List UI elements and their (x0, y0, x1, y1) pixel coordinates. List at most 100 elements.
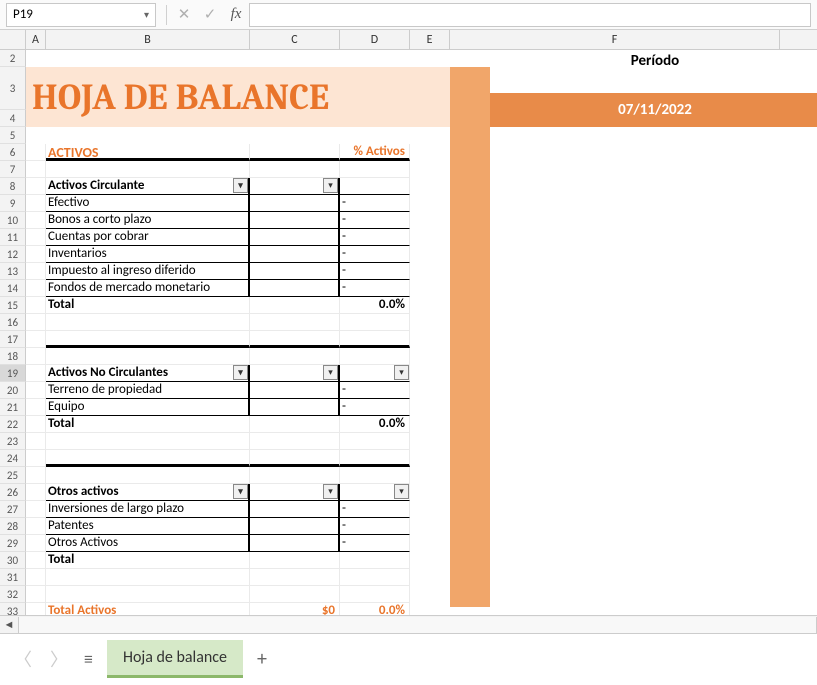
activos-header: ACTIVOS (46, 144, 250, 161)
row-header[interactable]: 2 (0, 50, 26, 67)
col-header-f[interactable]: F (450, 30, 780, 49)
row-header[interactable]: 21 (0, 399, 26, 416)
filter-dropdown-icon[interactable]: ▾ (233, 365, 248, 380)
row-header[interactable]: 29 (0, 535, 26, 552)
row-header[interactable]: 5 (0, 127, 26, 144)
select-all-corner[interactable] (0, 30, 26, 49)
filter-dropdown-icon[interactable]: ▾ (394, 484, 409, 499)
filter-dropdown-icon[interactable]: ▾ (323, 484, 338, 499)
cell-value[interactable]: - (340, 399, 410, 416)
col-header-c[interactable]: C (250, 30, 340, 49)
list-item[interactable]: Inversiones de largo plazo (46, 501, 250, 518)
total-pct: 0.0% (340, 297, 410, 314)
cell-value[interactable]: - (340, 280, 410, 297)
row-header[interactable]: 33 (0, 603, 26, 615)
separator (166, 5, 167, 25)
cell-value[interactable]: - (340, 535, 410, 552)
list-item[interactable]: Fondos de mercado monetario (46, 280, 250, 297)
row-header[interactable]: 19 (0, 365, 26, 382)
row-header[interactable]: 4 (0, 110, 26, 127)
sheet-tab[interactable]: Hoja de balance (107, 640, 243, 678)
tab-next-icon[interactable]: 〉 (48, 646, 70, 672)
add-sheet-icon[interactable]: + (257, 647, 267, 671)
periodo-label: Período (490, 53, 817, 70)
list-item[interactable]: Bonos a corto plazo (46, 212, 250, 229)
row-header[interactable]: 10 (0, 212, 26, 229)
row-header[interactable]: 18 (0, 348, 26, 365)
row-header[interactable]: 30 (0, 552, 26, 569)
activos-circulante-label: Activos Circulante (48, 178, 144, 193)
cell-value[interactable]: - (340, 229, 410, 246)
row-header[interactable]: 14 (0, 280, 26, 297)
row-header[interactable]: 8 (0, 178, 26, 195)
horizontal-scrollbar[interactable]: ◄ (0, 615, 817, 633)
row-header[interactable]: 16 (0, 314, 26, 331)
list-item[interactable]: Efectivo (46, 195, 250, 212)
row-header[interactable]: 13 (0, 263, 26, 280)
row-header[interactable]: 25 (0, 467, 26, 484)
list-item[interactable]: Inventarios (46, 246, 250, 263)
cell-value[interactable]: - (340, 195, 410, 212)
row-header[interactable]: 32 (0, 586, 26, 603)
row-header[interactable]: 7 (0, 161, 26, 178)
total-activos-pct: 0.0% (340, 603, 410, 615)
row-header[interactable]: 27 (0, 501, 26, 518)
cell-value[interactable]: - (340, 382, 410, 399)
row-header[interactable]: 17 (0, 331, 26, 348)
cell-value[interactable]: - (340, 263, 410, 280)
row-header[interactable]: 12 (0, 246, 26, 263)
row-header[interactable]: 22 (0, 416, 26, 433)
cell-value[interactable]: - (340, 212, 410, 229)
sheet-body[interactable]: HOJA DE BALANCE Período 07/11/2022 ACTIV… (26, 50, 817, 615)
cancel-formula-icon[interactable]: ✕ (171, 3, 197, 27)
cell-reference: P19 (13, 7, 33, 22)
total-label: Total (46, 552, 250, 569)
otros-activos-header: Otros activos ▾ (46, 484, 250, 501)
col-header-b[interactable]: B (46, 30, 250, 49)
total-activos-amount: $0 (250, 603, 340, 615)
row-header[interactable]: 9 (0, 195, 26, 212)
tab-prev-icon[interactable]: 〈 (12, 646, 34, 672)
row-header[interactable]: 28 (0, 518, 26, 535)
fx-icon[interactable]: fx (223, 3, 249, 27)
row-header[interactable]: 6 (0, 144, 26, 161)
row-header[interactable]: 15 (0, 297, 26, 314)
accept-formula-icon[interactable]: ✓ (197, 3, 223, 27)
side-accent (450, 67, 490, 607)
formula-input[interactable] (249, 3, 811, 27)
total-activos-label: Total Activos (46, 603, 250, 615)
formula-bar: P19 ▾ ✕ ✓ fx (0, 0, 817, 30)
row-header[interactable]: 11 (0, 229, 26, 246)
col-header-a[interactable]: A (26, 30, 46, 49)
col-header-e[interactable]: E (410, 30, 450, 49)
row-header[interactable]: 26 (0, 484, 26, 501)
list-item[interactable]: Cuentas por cobrar (46, 229, 250, 246)
name-box-dropdown-icon[interactable]: ▾ (144, 8, 149, 21)
periodo-date: 07/11/2022 (490, 93, 817, 127)
total-label: Total (46, 416, 250, 433)
otros-activos-label: Otros activos (48, 484, 119, 499)
list-item[interactable]: Terreno de propiedad (46, 382, 250, 399)
scroll-left-icon[interactable]: ◄ (0, 617, 18, 633)
list-item[interactable]: Equipo (46, 399, 250, 416)
filter-dropdown-icon[interactable]: ▾ (233, 484, 248, 499)
scrollbar-track[interactable] (18, 617, 817, 633)
filter-dropdown-icon[interactable]: ▾ (233, 178, 248, 193)
col-header-d[interactable]: D (340, 30, 410, 49)
row-header[interactable]: 24 (0, 450, 26, 467)
filter-dropdown-icon[interactable]: ▾ (323, 365, 338, 380)
row-header[interactable]: 31 (0, 569, 26, 586)
filter-dropdown-icon[interactable]: ▾ (394, 365, 409, 380)
name-box[interactable]: P19 ▾ (6, 3, 156, 27)
list-item[interactable]: Patentes (46, 518, 250, 535)
list-item[interactable]: Otros Activos (46, 535, 250, 552)
list-item[interactable]: Impuesto al ingreso diferido (46, 263, 250, 280)
filter-dropdown-icon[interactable]: ▾ (323, 178, 338, 193)
tab-menu-icon[interactable]: ≡ (84, 648, 93, 670)
row-header[interactable]: 20 (0, 382, 26, 399)
row-header[interactable]: 3 (0, 67, 26, 110)
cell-value[interactable]: - (340, 246, 410, 263)
cell-value[interactable]: - (340, 518, 410, 535)
cell-value[interactable]: - (340, 501, 410, 518)
row-header[interactable]: 23 (0, 433, 26, 450)
